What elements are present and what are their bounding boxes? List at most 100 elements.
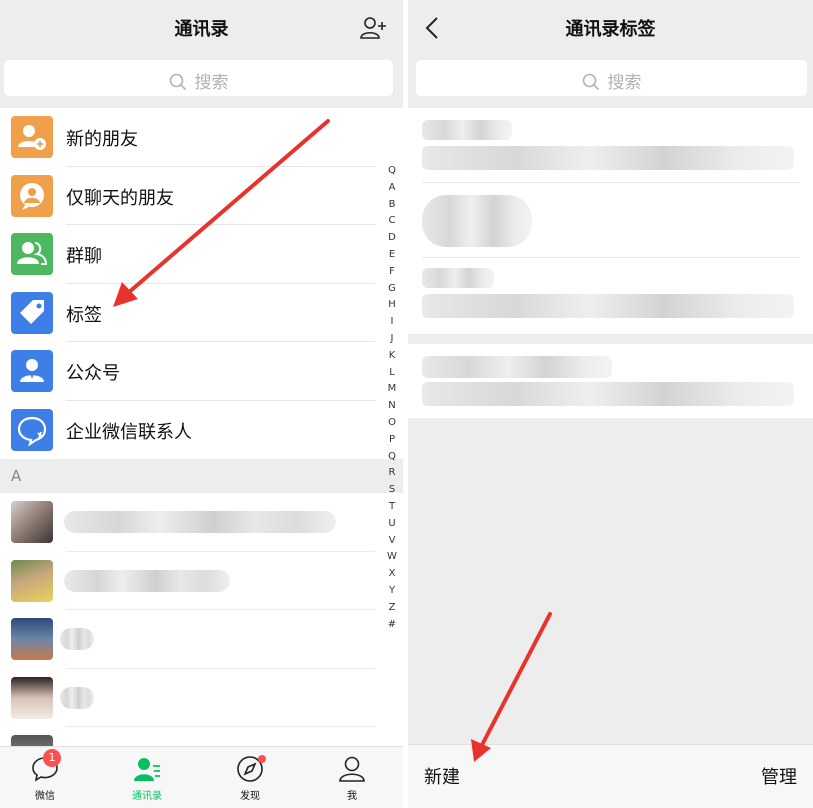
contact-tags-screen: 通讯录标签 搜索 新建 管理 [408,0,813,808]
index-letter[interactable]: D [384,230,400,247]
section-letter: A [11,467,22,485]
tag-icon [11,291,53,334]
index-letter[interactable]: Q [384,449,400,466]
contacts-screen: 通讯录 搜索 新的朋友 仅聊天的朋友 群聊 标签 公众号 企业微信联系人 A Q… [0,0,403,808]
tag-item[interactable] [408,108,813,183]
menu-item-tags[interactable]: 标签 [0,284,403,342]
index-letter[interactable]: L [384,365,400,382]
notification-dot [258,755,266,763]
index-letter[interactable]: R [384,465,400,482]
index-letter[interactable]: Y [384,583,400,600]
search-placeholder: 搜索 [194,73,229,93]
index-letter[interactable]: E [384,247,400,264]
page-title: 通讯录 [174,19,229,40]
tab-discover[interactable]: 发现 [200,747,300,808]
add-contact-icon[interactable] [359,14,387,42]
avatar [11,676,53,719]
group-chat-icon [11,233,53,275]
blurred-tag-members [422,382,794,406]
blurred-tag-name [422,195,532,247]
contact-list [0,493,403,777]
index-letter[interactable]: O [384,415,400,432]
tab-chats[interactable]: 1 微信 [0,747,95,808]
index-letter[interactable]: K [384,348,400,365]
index-letter[interactable]: N [384,398,400,415]
index-letter[interactable]: # [384,617,400,634]
alphabet-index[interactable]: Q A B C D E F G H I J K L M N O P Q R S … [384,163,400,633]
index-letter[interactable]: B [384,197,400,214]
tag-list [408,108,813,334]
search-input[interactable]: 搜索 [416,60,807,96]
index-letter[interactable]: S [384,482,400,499]
search-input[interactable]: 搜索 [4,60,393,96]
tab-label: 发现 [240,791,260,802]
menu-item-label: 新的朋友 [66,129,138,150]
tab-label: 我 [347,791,357,802]
index-letter[interactable]: A [384,180,400,197]
list-item[interactable] [0,493,403,552]
blurred-name [60,628,94,650]
avatar [11,618,53,660]
tab-bar: 1 微信 通讯录 发现 我 [0,746,403,808]
avatar [11,501,53,543]
index-letter[interactable]: H [384,297,400,314]
new-friend-icon [11,116,53,158]
menu-item-new-friends[interactable]: 新的朋友 [0,108,403,167]
index-letter[interactable]: W [384,549,400,566]
index-letter[interactable]: I [384,314,400,331]
blurred-tag-name [422,356,612,378]
menu-item-official-accounts[interactable]: 公众号 [0,342,403,401]
menu-item-label: 企业微信联系人 [66,421,192,443]
avatar [11,559,53,602]
index-letter[interactable]: G [384,281,400,298]
tab-label: 微信 [35,791,55,802]
profile-icon [338,755,366,783]
list-item[interactable] [0,610,403,669]
search-icon [582,73,599,91]
nav-bar: 通讯录 [0,0,403,56]
menu-item-label: 群聊 [66,246,102,267]
index-letter[interactable]: F [384,264,400,281]
blurred-name [64,511,336,533]
index-letter[interactable]: U [384,516,400,533]
page-title: 通讯录标签 [565,19,656,40]
list-item[interactable] [0,669,403,727]
index-letter[interactable]: X [384,566,400,583]
list-item[interactable] [0,552,403,610]
blurred-name [64,569,230,592]
tab-me[interactable]: 我 [302,747,402,808]
index-letter[interactable]: M [384,381,400,398]
tag-item[interactable] [408,344,813,418]
blurred-tag-name [422,120,512,140]
tab-label: 通讯录 [132,791,162,802]
index-letter[interactable]: Z [384,600,400,617]
index-letter[interactable]: C [384,213,400,230]
index-letter[interactable]: V [384,533,400,550]
tag-item[interactable] [408,258,813,333]
index-letter[interactable]: T [384,499,400,516]
index-letter[interactable]: J [384,331,400,348]
new-tag-button[interactable]: 新建 [424,763,460,789]
menu-item-work-contacts[interactable]: 企业微信联系人 [0,401,403,460]
blurred-tag-members [422,146,794,170]
index-letter[interactable]: P [384,432,400,449]
menu-item-group-chats[interactable]: 群聊 [0,225,403,284]
blurred-tag-name [422,268,494,288]
contacts-menu: 新的朋友 仅聊天的朋友 群聊 标签 公众号 企业微信联系人 [0,108,403,459]
menu-item-label: 公众号 [66,363,120,384]
bottom-bar: 新建 管理 [408,744,813,808]
tag-item[interactable] [408,183,813,258]
index-letter[interactable]: Q [384,163,400,180]
menu-item-label: 仅聊天的朋友 [66,187,174,209]
search-icon [169,73,186,91]
chat-only-friends-icon [11,174,53,217]
blurred-name [60,686,94,709]
menu-item-chat-only-friends[interactable]: 仅聊天的朋友 [0,167,403,225]
work-contacts-icon [11,408,53,451]
contacts-icon [133,755,161,783]
blurred-tag-members [422,294,794,318]
unread-badge: 1 [43,749,61,767]
manage-tags-button[interactable]: 管理 [761,763,797,789]
search-placeholder: 搜索 [607,73,642,93]
tab-contacts[interactable]: 通讯录 [97,747,197,808]
